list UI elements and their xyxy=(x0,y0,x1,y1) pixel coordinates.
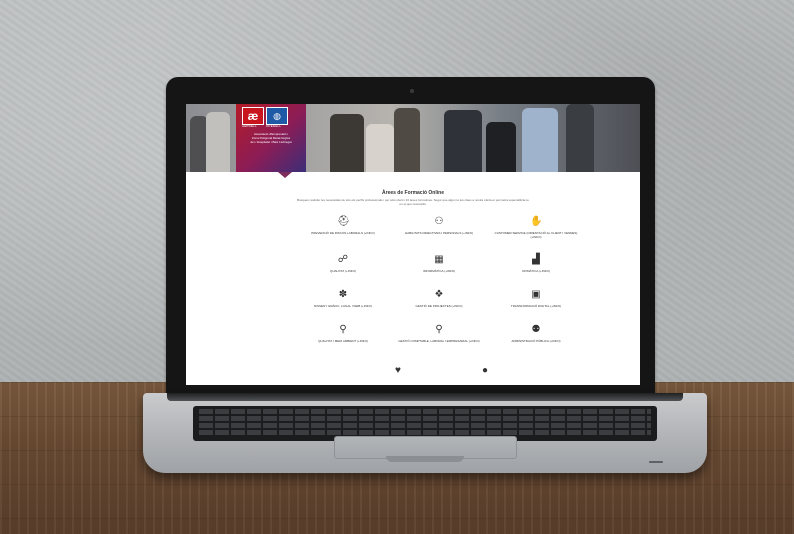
area-item-prevencio[interactable]: ⛑ PREVENCIÓ DE RISCOS LABORALS (+INFO) xyxy=(298,216,388,235)
org-name-line-3: de L'Hospitalet i Baix Llobregat xyxy=(250,140,292,144)
area-label: DISSENY GRÀFIC, LOGAL I WEB (+INFO) xyxy=(314,304,372,308)
location-pin-icon: ⚲ xyxy=(339,324,347,335)
area-label: TRANSFORMACIÓ DIGITAL (+INFO) xyxy=(510,304,562,308)
chat-bubble-icon: ● xyxy=(481,365,489,376)
key-row xyxy=(199,430,651,435)
palette-icon: ✽ xyxy=(338,289,348,300)
person-photo xyxy=(522,108,558,172)
page-title: Àrees de Formació Online xyxy=(382,190,444,196)
screen-icon: ▣ xyxy=(531,289,541,300)
area-label: QUALITAT (+INFO) xyxy=(330,269,356,273)
area-label: HABILITATS DIRECTIVES I PERSONALS (+INFO… xyxy=(404,231,474,235)
handshake-icon: ☍ xyxy=(337,254,349,265)
area-item-customer-service[interactable]: ✋ CUSTOMER SERVICE (ORIENTACIÓ AL CLIENT… xyxy=(491,216,581,239)
hard-hat-icon: ⛑ xyxy=(337,216,350,227)
calculator-icon: ▦ xyxy=(434,254,444,265)
aepdell-label: AEPDELL xyxy=(242,124,257,128)
magnifier-icon: ⚲ xyxy=(435,324,443,335)
area-label: CUSTOMER SERVICE (ORIENTACIÓ AL CLIENT I… xyxy=(494,231,578,239)
area-label: GESTIÓ DE PROJECTES (+INFO) xyxy=(415,304,463,308)
key-row xyxy=(199,409,651,414)
area-item-gestio-projectes[interactable]: ❖ GESTIÓ DE PROJECTES (+INFO) xyxy=(394,289,484,308)
aepdell-logo-mark: æ xyxy=(242,107,264,125)
area-item-disseny[interactable]: ✽ DISSENY GRÀFIC, LOGAL I WEB (+INFO) xyxy=(298,289,388,308)
area-label: GESTIÓ COMPTABLE, LABORAL I EMPRESARIAL … xyxy=(398,339,480,343)
person-photo xyxy=(486,122,516,172)
area-item-medi-ambient[interactable]: ⚲ QUALITAT I MEDI AMBIENT (+INFO) xyxy=(298,324,388,343)
bar-chart-icon: ▟ xyxy=(532,254,540,265)
people-icon: ⚇ xyxy=(434,216,444,227)
area-item-gestio-comptable[interactable]: ⚲ GESTIÓ COMPTABLE, LABORAL I EMPRESARIA… xyxy=(394,324,484,343)
globe-icon: ◍ xyxy=(266,107,288,125)
area-item-communication[interactable]: ● xyxy=(440,365,530,380)
status-led xyxy=(649,461,663,463)
users-admin-icon: ⚉ xyxy=(531,324,541,335)
heart-icon: ♥ xyxy=(395,365,401,376)
area-item-informatica[interactable]: ▦ INFORMÀTICA (+INFO) xyxy=(394,254,484,273)
area-item-habilitats[interactable]: ⚇ HABILITATS DIRECTIVES I PERSONALS (+IN… xyxy=(394,216,484,235)
page-subtitle: Busquem satisfer les necessitats de tots… xyxy=(297,198,529,206)
person-photo xyxy=(444,110,482,172)
webcam xyxy=(410,89,414,93)
person-photo xyxy=(394,108,420,172)
laptop-hinge xyxy=(167,393,683,401)
opening-lip xyxy=(386,456,464,462)
laptop-screen: æ ◍ AEPDELL OPEDELL Associació d'Empresa… xyxy=(186,104,640,385)
hand-service-icon: ✋ xyxy=(530,216,543,227)
hero-banner: æ ◍ AEPDELL OPEDELL Associació d'Empresa… xyxy=(186,104,640,172)
key-row xyxy=(199,416,651,421)
banner-pointer xyxy=(278,172,292,178)
area-item-administracio-publica[interactable]: ⚉ ADMINISTRACIÓ PÚBLICA (+INFO) xyxy=(491,324,581,343)
laptop-base xyxy=(143,393,707,473)
area-item-transformacio-digital[interactable]: ▣ TRANSFORMACIÓ DIGITAL (+INFO) xyxy=(491,289,581,308)
area-label: PREVENCIÓ DE RISCOS LABORALS (+INFO) xyxy=(311,231,375,235)
person-photo xyxy=(330,114,364,172)
area-item-ofimatica[interactable]: ▟ OFIMÀTICA (+INFO) xyxy=(491,254,581,273)
area-label: INFORMÀTICA (+INFO) xyxy=(422,269,456,273)
opedell-label: OPEDELL xyxy=(266,124,282,128)
person-photo xyxy=(206,112,230,172)
area-item-health[interactable]: ♥ xyxy=(353,365,443,380)
area-label: ADMINISTRACIÓ PÚBLICA (+INFO) xyxy=(511,339,561,343)
cubes-icon: ❖ xyxy=(434,289,444,300)
area-label: QUALITAT I MEDI AMBIENT (+INFO) xyxy=(318,339,368,343)
person-photo xyxy=(366,124,394,172)
person-photo xyxy=(566,104,594,172)
area-label: OFIMÀTICA (+INFO) xyxy=(522,269,550,273)
area-item-qualitat[interactable]: ☍ QUALITAT (+INFO) xyxy=(298,254,388,273)
key-row xyxy=(199,423,651,428)
laptop-lid: æ ◍ AEPDELL OPEDELL Associació d'Empresa… xyxy=(166,77,655,400)
association-logo[interactable]: æ ◍ AEPDELL OPEDELL Associació d'Empresa… xyxy=(236,104,306,172)
